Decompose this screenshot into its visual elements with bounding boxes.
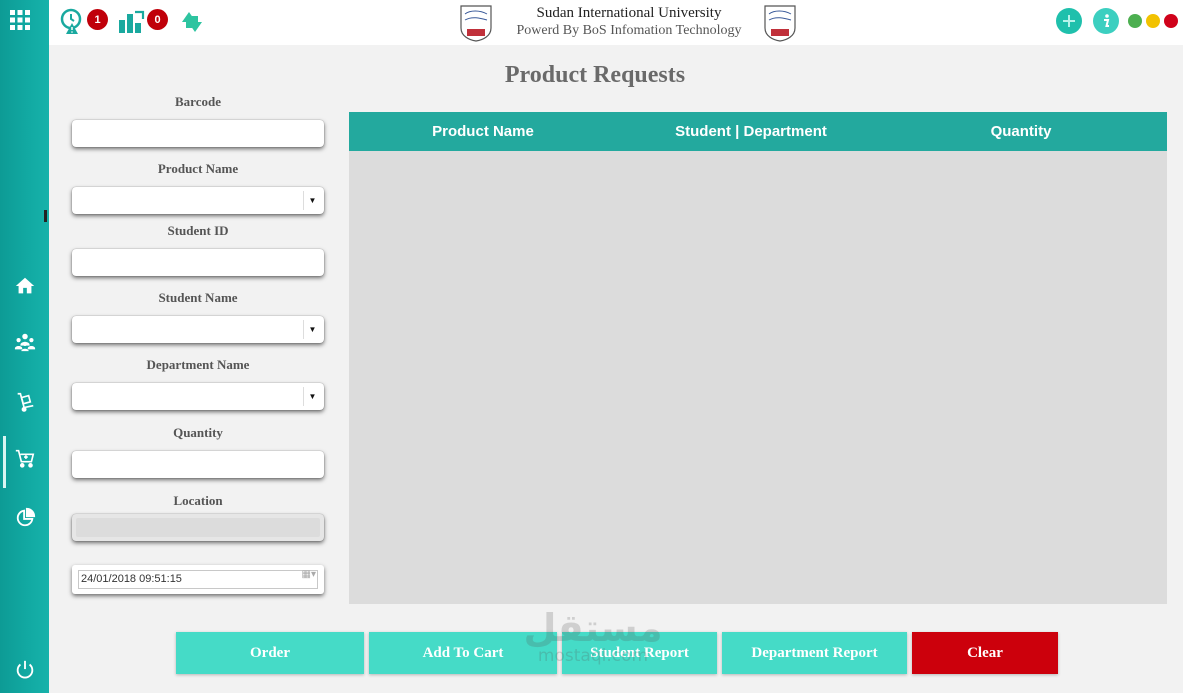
student-id-label: Student ID — [167, 223, 229, 238]
stock-badge: 0 — [147, 9, 168, 30]
alerts-badge: 1 — [87, 9, 108, 30]
sidebar-marker — [44, 210, 47, 222]
location-field — [72, 514, 324, 541]
chevron-down-icon[interactable]: ▼ — [303, 191, 321, 210]
location-input-disabled — [76, 518, 320, 537]
apps-grid-icon[interactable] — [10, 10, 30, 30]
alerts-button[interactable] — [58, 8, 86, 36]
home-icon — [15, 277, 34, 294]
university-logo-right — [764, 5, 796, 42]
student-name-select[interactable]: ▼ — [72, 316, 324, 343]
student-name-label: Student Name — [158, 290, 238, 305]
product-name-select[interactable]: ▼ — [72, 187, 324, 214]
datetime-picker[interactable]: 24/01/2018 09:51:15 ▦▾ — [72, 565, 324, 594]
sync-button[interactable] — [178, 8, 206, 36]
stock-button[interactable] — [117, 8, 145, 36]
quantity-label: Quantity — [173, 425, 223, 440]
barcode-label: Barcode — [175, 94, 221, 109]
top-bar: 1 0 Sudan International University Power… — [49, 0, 1183, 45]
info-icon — [1104, 14, 1110, 27]
clear-button[interactable]: Clear — [912, 632, 1058, 674]
powered-by-text: Powerd By BoS Infomation Technology — [516, 23, 742, 38]
order-button[interactable]: Order — [176, 632, 364, 674]
datetime-value[interactable]: 24/01/2018 09:51:15 — [78, 570, 318, 589]
add-button[interactable] — [1056, 8, 1082, 34]
student-id-field — [72, 249, 324, 276]
window-dot-red[interactable] — [1164, 14, 1178, 28]
quantity-input[interactable] — [72, 451, 324, 478]
pie-chart-icon — [16, 507, 35, 527]
sidebar-item-logout[interactable] — [0, 648, 49, 692]
column-product-name[interactable]: Product Name — [349, 112, 617, 151]
student-report-button[interactable]: Student Report — [562, 632, 717, 674]
cart-icon — [15, 449, 34, 468]
column-student-department[interactable]: Student | Department — [617, 112, 885, 151]
sidebar-item-cart[interactable] — [0, 436, 49, 488]
column-quantity[interactable]: Quantity — [885, 112, 1157, 151]
department-name-select[interactable]: ▼ — [72, 383, 324, 410]
window-dot-green[interactable] — [1128, 14, 1142, 28]
university-name: Sudan International University — [536, 5, 722, 21]
stock-chart-icon — [119, 10, 145, 33]
department-report-button[interactable]: Department Report — [722, 632, 907, 674]
calendar-icon[interactable]: ▦▾ — [302, 569, 316, 580]
power-icon — [16, 660, 33, 679]
add-to-cart-button[interactable]: Add To Cart — [369, 632, 557, 674]
page-title: Product Requests — [504, 62, 686, 88]
location-label: Location — [173, 493, 223, 508]
barcode-field — [72, 120, 324, 147]
barcode-input[interactable] — [72, 120, 324, 147]
plus-icon — [1063, 15, 1075, 27]
users-icon — [14, 333, 35, 352]
requests-table-header: Product Name Student | Department Quanti… — [349, 112, 1167, 151]
product-name-label: Product Name — [157, 161, 239, 176]
sync-arrows-icon — [182, 12, 202, 32]
hand-truck-icon — [17, 392, 33, 412]
alert-clock-icon — [60, 8, 82, 34]
quantity-field — [72, 451, 324, 478]
info-button[interactable] — [1093, 8, 1119, 34]
sidebar-item-inventory[interactable] — [0, 380, 49, 424]
department-name-label: Department Name — [146, 357, 250, 372]
chevron-down-icon[interactable]: ▼ — [303, 387, 321, 406]
chevron-down-icon[interactable]: ▼ — [303, 320, 321, 339]
sidebar — [0, 0, 49, 693]
requests-table-body[interactable] — [349, 151, 1167, 604]
sidebar-item-users[interactable] — [0, 320, 49, 364]
window-dot-yellow[interactable] — [1146, 14, 1160, 28]
sidebar-item-reports[interactable] — [0, 496, 49, 540]
student-id-input[interactable] — [72, 249, 324, 276]
sidebar-item-home[interactable] — [0, 264, 49, 308]
